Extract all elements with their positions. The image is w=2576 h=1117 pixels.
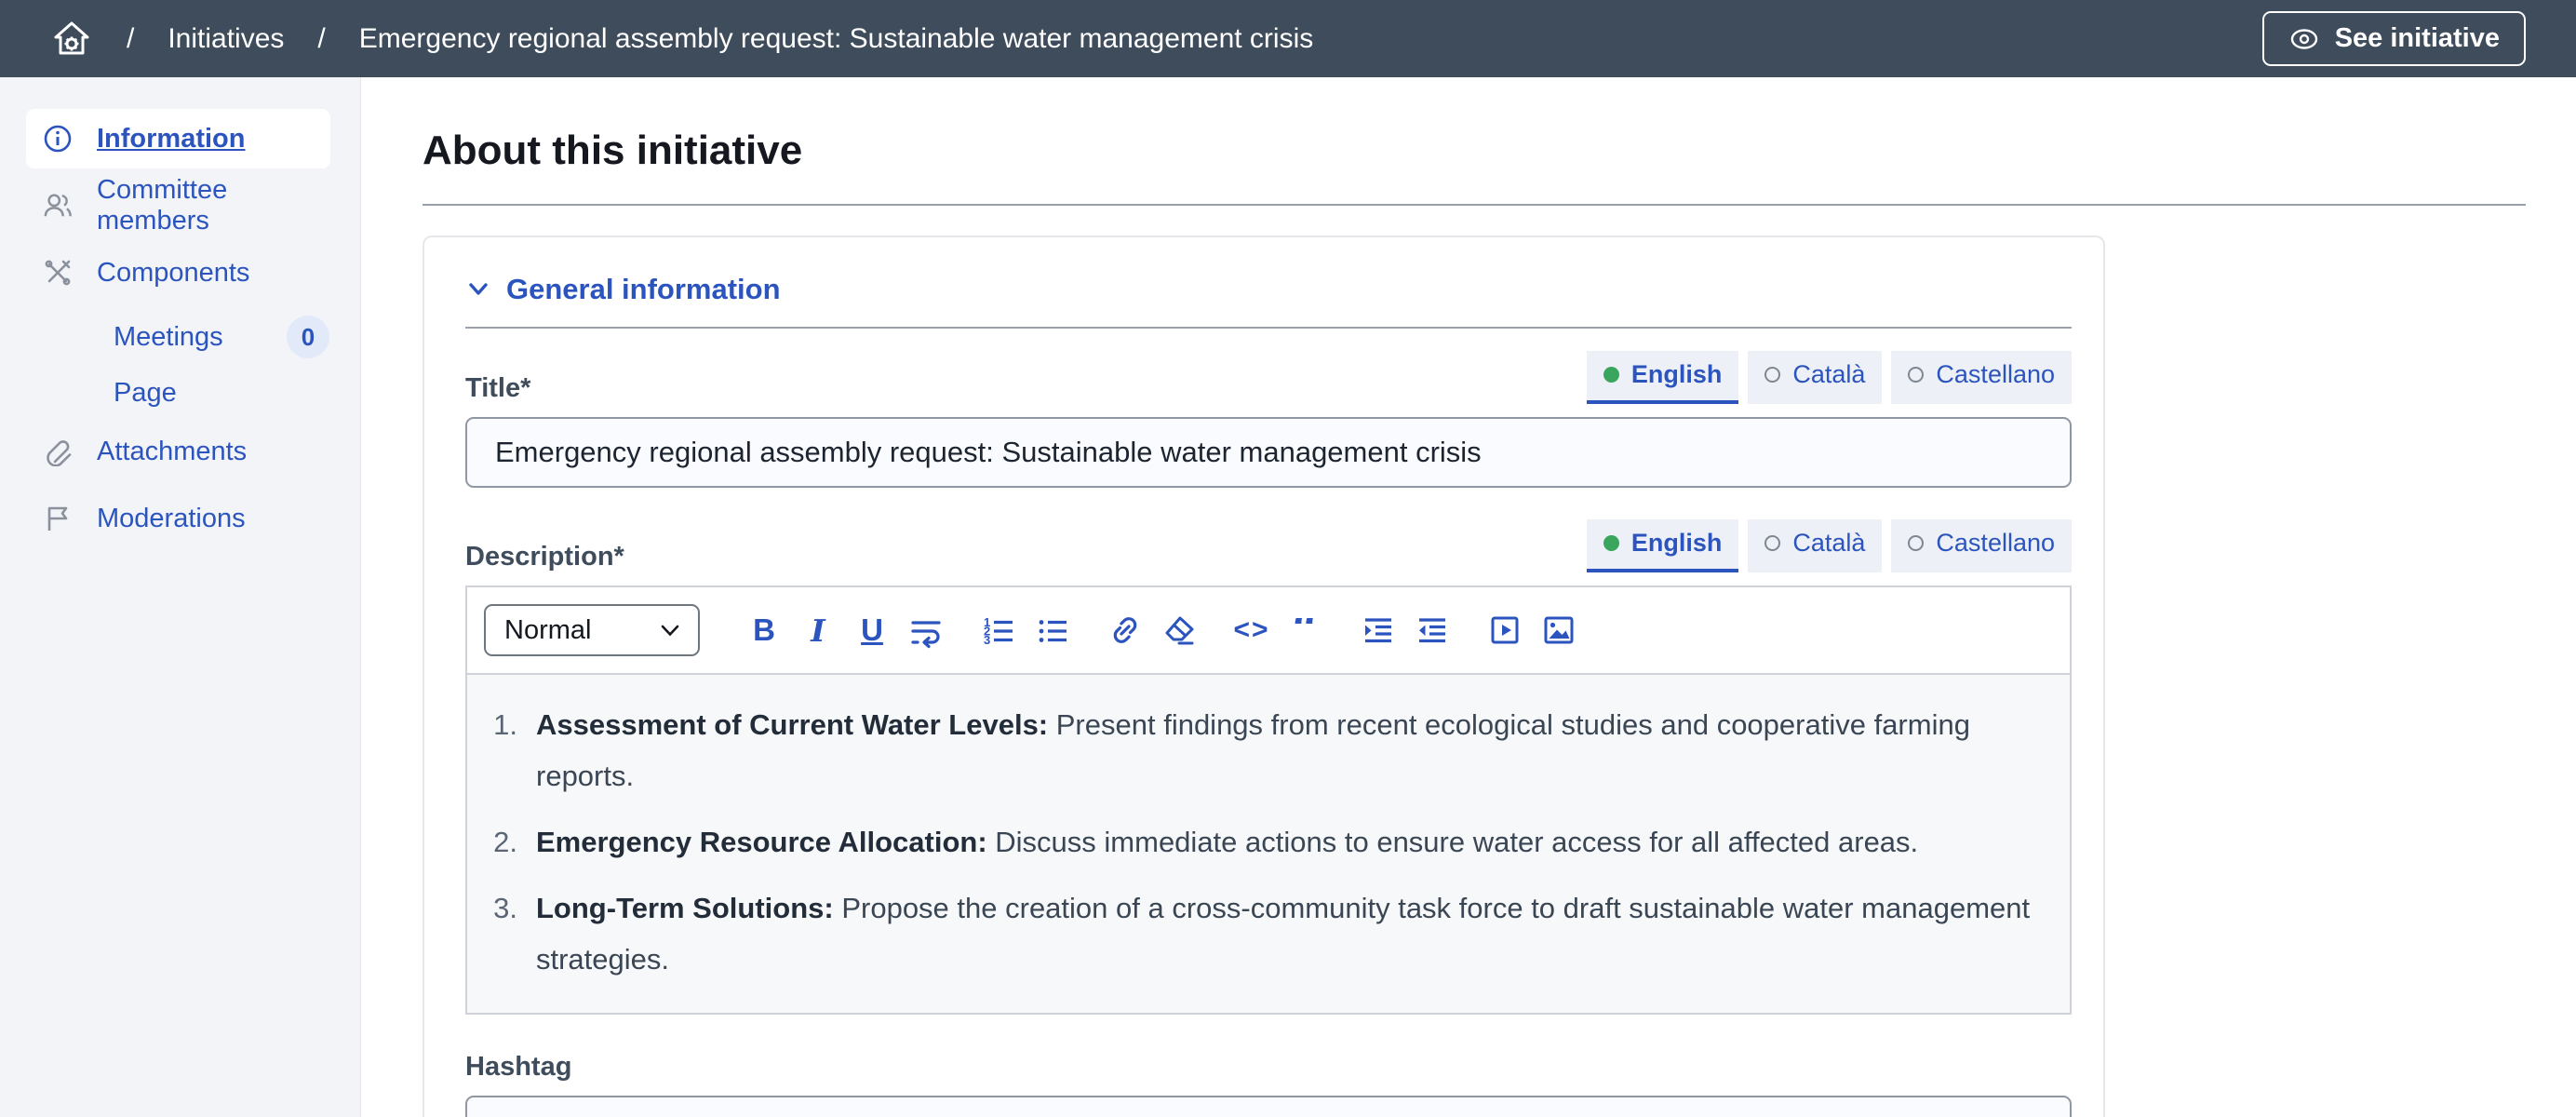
section-title: General information [506,273,781,306]
language-tab-label: Català [1792,529,1865,558]
language-tab-english[interactable]: English [1587,351,1739,404]
title-input[interactable] [465,417,2072,488]
indent-increase-icon[interactable] [1359,611,1398,650]
sidebar-item-components[interactable]: Components [26,243,330,303]
hashtag-label: Hashtag [465,1052,2072,1083]
inactive-language-dot-icon [1908,367,1924,383]
sidebar-item-moderations[interactable]: Moderations [26,489,330,548]
inactive-language-dot-icon [1908,535,1924,551]
code-block-icon[interactable]: <> [1232,611,1271,650]
info-icon [43,124,73,154]
sidebar-item-label: Moderations [97,504,246,534]
see-initiative-label: See initiative [2335,23,2500,54]
active-language-dot-icon [1603,535,1619,551]
language-tab-label: Castellano [1936,529,2055,558]
tools-icon [43,258,73,288]
page-divider [423,204,2526,206]
description-label: Description* [465,542,624,572]
sidebar-item-information[interactable]: Information [26,109,330,168]
breadcrumb-separator: / [317,23,325,55]
chevron-down-icon [465,276,491,303]
meetings-count-badge: 0 [287,316,329,358]
users-icon [43,191,73,221]
list-item-bold-text: Assessment of Current Water Levels: [536,708,1048,741]
title-field-row: Title* English Català Castellano [465,351,2072,404]
image-icon[interactable] [1539,611,1578,650]
main-content: About this initiative General informatio… [361,77,2576,1117]
language-tab-catala[interactable]: Català [1748,351,1882,404]
link-icon[interactable] [1106,611,1145,650]
home-icon[interactable] [50,18,93,61]
page-title: About this initiative [423,128,2526,174]
list-item: 1.Assessment of Current Water Levels: Pr… [467,699,2070,801]
line-break-icon[interactable] [906,611,946,650]
eraser-icon[interactable] [1160,611,1199,650]
language-tab-english[interactable]: English [1587,519,1739,572]
sidebar-item-page[interactable]: Page [114,366,329,420]
blockquote-icon[interactable]: “ [1286,618,1325,642]
list-item-number: 3. [467,882,517,934]
sidebar-item-label: Committee members [97,175,314,236]
language-tab-label: Català [1792,360,1865,389]
ordered-list-icon[interactable]: 1 2 3 [979,611,1018,650]
breadcrumb-separator: / [127,23,134,55]
sidebar-item-attachments[interactable]: Attachments [26,422,330,481]
list-item: 3.Long-Term Solutions: Propose the creat… [467,882,2070,985]
rich-text-editor-content[interactable]: 1.Assessment of Current Water Levels: Pr… [467,675,2070,1013]
italic-icon[interactable]: I [798,611,838,650]
general-information-toggle[interactable]: General information [465,273,2072,306]
sidebar-item-label: Components [97,258,249,289]
language-tab-label: English [1631,360,1723,389]
sidebar: Information Committee members [0,77,361,1117]
admin-app: / Initiatives / Emergency regional assem… [0,0,2576,1117]
eye-icon [2288,27,2320,51]
title-language-tabs: English Català Castellano [1587,351,2072,404]
description-language-tabs: English Català Castellano [1587,519,2072,572]
editor-toolbar: Normal B I U [467,587,2070,675]
underline-icon[interactable]: U [852,611,892,650]
see-initiative-button[interactable]: See initiative [2262,11,2526,66]
list-item-text: Discuss immediate actions to ensure wate… [987,826,1919,858]
video-embed-icon[interactable] [1485,611,1524,650]
active-language-dot-icon [1603,367,1619,383]
bullet-list-icon[interactable] [1033,611,1072,650]
language-tab-label: English [1631,529,1723,558]
language-tab-castellano[interactable]: Castellano [1891,519,2072,572]
language-tab-label: Castellano [1936,360,2055,389]
svg-text:3: 3 [984,633,990,647]
list-item: 2. Emergency Resource Allocation: Discuss… [467,816,2070,868]
bold-icon[interactable]: B [745,611,784,650]
topbar: / Initiatives / Emergency regional assem… [0,0,2576,77]
description-field-row: Description* English Català Castellano [465,519,2072,572]
breadcrumb-current-page: Emergency regional assembly request: Sus… [359,23,1314,55]
list-item-bold-text: Long-Term Solutions: [536,892,834,924]
hashtag-input[interactable] [465,1096,2072,1117]
language-tab-catala[interactable]: Català [1748,519,1882,572]
inactive-language-dot-icon [1764,535,1780,551]
sidebar-item-label: Information [97,124,246,155]
list-item-number: 1. [467,699,517,750]
general-information-card: General information Title* English Catal… [423,236,2105,1117]
sidebar-item-committee-members[interactable]: Committee members [26,176,330,236]
indent-decrease-icon[interactable] [1413,611,1452,650]
sidebar-item-label: Page [114,378,177,409]
section-divider [465,327,2072,329]
format-selector[interactable]: Normal [484,604,700,656]
flag-icon [43,504,73,533]
paperclip-icon [43,437,73,466]
sidebar-item-meetings[interactable]: Meetings 0 [114,310,329,364]
sidebar-item-label: Meetings [114,322,223,353]
language-tab-castellano[interactable]: Castellano [1891,351,2072,404]
sidebar-item-label: Attachments [97,437,247,467]
inactive-language-dot-icon [1764,367,1780,383]
ordered-list: 1.Assessment of Current Water Levels: Pr… [467,699,2070,985]
format-selector-value: Normal [504,615,591,646]
list-item-bold-text: Emergency Resource Allocation: [536,826,987,858]
breadcrumb-link-initiatives[interactable]: Initiatives [168,23,284,55]
rich-text-editor: Normal B I U [465,585,2072,1015]
list-item-number: 2. [467,816,517,868]
title-label: Title* [465,373,530,404]
